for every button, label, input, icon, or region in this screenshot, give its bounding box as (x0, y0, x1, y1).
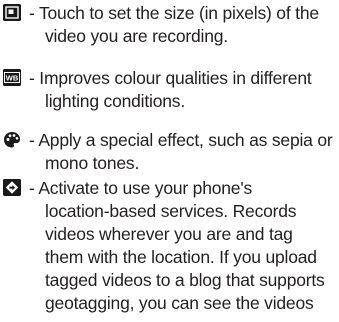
white-balance-icon-label: WB (6, 74, 19, 83)
geotagging-icon (3, 179, 21, 196)
description-line: location-based services. Records (45, 201, 297, 221)
description-line: videos wherever you are and tag (45, 224, 293, 244)
setting-description: - Touch to set the size (in pixels) of t… (29, 2, 339, 48)
video-size-icon (3, 4, 21, 21)
description-line: - Touch to set the size (in pixels) of t… (29, 3, 319, 23)
description-line: geotagging, you can see the videos (45, 293, 314, 313)
setting-description: - Activate to use your phone's location-… (29, 177, 339, 315)
description-line: them with the location. If you upload (45, 247, 317, 267)
manual-page: - Touch to set the size (in pixels) of t… (0, 0, 339, 322)
white-balance-icon: WB (3, 69, 21, 86)
description-line: tagged videos to a blog that supports (45, 270, 325, 290)
setting-description: - Improves colour qualities in different… (29, 67, 339, 113)
setting-description: - Apply a special effect, such as sepia … (29, 129, 339, 175)
description-line: lighting conditions. (45, 91, 185, 111)
color-effect-icon (3, 131, 21, 148)
description-line: mono tones. (45, 153, 140, 173)
description-line: video you are recording. (45, 26, 228, 46)
description-line: - Improves colour qualities in different (29, 68, 312, 88)
description-line: - Apply a special effect, such as sepia … (29, 130, 333, 150)
description-line: - Activate to use your phone's (29, 178, 253, 198)
